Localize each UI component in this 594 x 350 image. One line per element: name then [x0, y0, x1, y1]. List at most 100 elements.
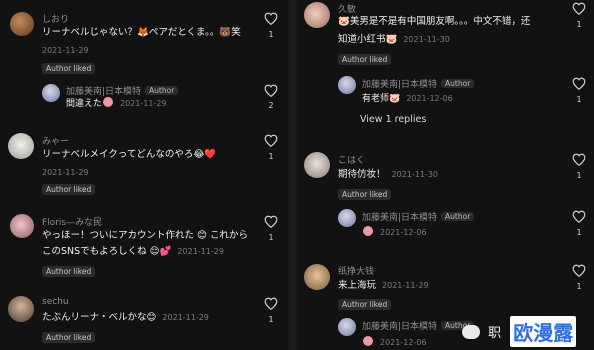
like-count: 1	[268, 30, 274, 39]
author-liked-badge: Author liked	[42, 63, 96, 74]
avatar[interactable]	[338, 318, 356, 336]
heart-icon[interactable]	[264, 215, 278, 228]
comment-author[interactable]: みゃー	[42, 134, 69, 147]
reply-author[interactable]: 加藤美南|日本模特 Author	[66, 84, 179, 97]
comment-text-line2-main: 知道小红书🐷	[338, 34, 398, 45]
heart-icon[interactable]	[264, 84, 278, 97]
author-liked-badge: Author liked	[338, 299, 392, 310]
reply-text: 間違えた 2021-11-29	[66, 97, 167, 111]
wechat-icon	[462, 324, 480, 339]
reply-author[interactable]: 加藤美南|日本模特 Author	[362, 319, 475, 332]
like-count: 2	[268, 101, 274, 110]
heart-icon[interactable]	[572, 264, 586, 277]
reply-author-name[interactable]: 加藤美南|日本模特	[66, 87, 141, 97]
pig-emoji-icon	[103, 97, 114, 107]
author-liked-badge: Author liked	[338, 189, 392, 200]
view-replies-link[interactable]: View 1 replies	[360, 114, 426, 125]
heart-icon[interactable]	[264, 12, 278, 25]
author-liked-badge: Author liked	[42, 266, 96, 277]
comment-date: 2021-11-30	[391, 170, 439, 179]
heart-icon[interactable]	[572, 2, 586, 15]
watermark: 职 欧漫露	[462, 316, 577, 347]
reply-author[interactable]: 加藤美南|日本模特 Author	[362, 210, 475, 223]
avatar[interactable]	[338, 209, 356, 227]
reply-author-name[interactable]: 加藤美南|日本模特	[362, 322, 437, 332]
comment-date: 2021-11-29	[162, 313, 209, 322]
comment-text-main: 期待仿妆！	[338, 169, 386, 180]
comment-author[interactable]: こはく	[338, 153, 365, 166]
pig-emoji-icon	[363, 336, 373, 346]
reply-date: 2021-12-06	[406, 94, 453, 103]
watermark-label: 职	[488, 326, 502, 341]
like-count: 1	[268, 315, 274, 324]
heart-icon[interactable]	[264, 134, 278, 147]
comment-date: 2021-11-29	[42, 46, 89, 55]
heart-icon[interactable]	[572, 210, 586, 223]
reply-text-main: 間違えた	[66, 99, 103, 109]
comment-date: 2021-11-29	[42, 168, 89, 177]
like-count: 1	[576, 20, 582, 29]
column-divider	[289, 0, 297, 350]
heart-icon[interactable]	[264, 297, 278, 310]
like-count: 1	[576, 171, 582, 180]
reply-text: 2021-12-06	[362, 336, 427, 350]
reply-date: 2021-12-06	[380, 338, 427, 347]
comment-date: 2021-11-29	[177, 247, 224, 256]
author-badge: Author	[441, 212, 475, 221]
comment-date: 2021-11-29	[382, 281, 429, 290]
reply-author-name[interactable]: 加藤美南|日本模特	[362, 80, 437, 90]
comment-text-line2: 知道小红书🐷 2021-11-30	[338, 33, 450, 47]
comment-text-main: リーナベルじゃない？🦊ペアだとくま。。🐻	[42, 27, 232, 38]
heart-icon[interactable]	[572, 77, 586, 90]
avatar[interactable]	[338, 76, 356, 94]
like-count: 1	[576, 282, 582, 291]
comment-author[interactable]: sechu	[42, 297, 69, 307]
comment-text-line2-main: このSNSでもよろしくね 😌💕	[42, 246, 172, 257]
author-badge: Author	[145, 86, 179, 95]
comment-text-tail: 笑	[231, 27, 241, 38]
author-liked-badge: Author liked	[338, 54, 392, 65]
comment-author[interactable]: Floris—みな民	[42, 215, 102, 228]
comment-author[interactable]: 久敏	[338, 2, 356, 15]
like-count: 1	[268, 233, 274, 242]
comment-text-main: たぶんリーナ・ベルかな😊	[42, 312, 157, 323]
heart-icon[interactable]	[572, 153, 586, 166]
like-count: 1	[576, 95, 582, 104]
comments-column-left: しおり リーナベルじゃない？🦊ペアだとくま。。🐻笑 2021-11-29 Aut…	[0, 0, 288, 350]
comment-text: やっほー！ついにアカウント作れた 😊 これから	[42, 230, 248, 241]
like-count: 1	[576, 228, 582, 237]
avatar[interactable]	[10, 12, 34, 36]
comment-text: 期待仿妆！ 2021-11-30	[338, 168, 438, 182]
reply-text-main: 有老师🐷	[362, 94, 401, 104]
avatar[interactable]	[42, 84, 60, 102]
avatar[interactable]	[8, 296, 34, 322]
comment-text-main: 来上海玩	[338, 280, 377, 291]
reply-author[interactable]: 加藤美南|日本模特 Author	[362, 77, 475, 90]
reply-author-name[interactable]: 加藤美南|日本模特	[362, 213, 437, 223]
reply-date: 2021-12-06	[380, 228, 427, 237]
like-count: 1	[268, 152, 274, 161]
comment-author[interactable]: しおり	[42, 12, 69, 25]
author-liked-badge: Author liked	[42, 332, 96, 343]
reply-text: 有老师🐷 2021-12-06	[362, 92, 453, 106]
reply-text: 2021-12-06	[362, 226, 427, 240]
avatar[interactable]	[304, 152, 330, 178]
comment-text: リーナベルメイクってどんなのやろ😂❤️	[42, 149, 217, 160]
reply-date: 2021-11-29	[120, 99, 167, 108]
comment-author[interactable]: 纸挣大钱	[338, 264, 374, 277]
author-badge: Author	[441, 79, 475, 88]
avatar[interactable]	[8, 133, 34, 159]
comment-text-line2: このSNSでもよろしくね 😌💕 2021-11-29	[42, 245, 224, 259]
author-liked-badge: Author liked	[42, 184, 96, 195]
comment-text: 🐷美男是不是有中国朋友啊。。。中文不错，还	[338, 16, 531, 27]
avatar[interactable]	[304, 264, 330, 290]
pig-emoji-icon	[363, 226, 373, 236]
watermark-brand: 欧漫露	[510, 316, 577, 347]
comment-text: リーナベルじゃない？🦊ペアだとくま。。🐻笑	[42, 26, 241, 40]
comment-text: たぶんリーナ・ベルかな😊 2021-11-29	[42, 311, 209, 325]
comment-date: 2021-11-30	[403, 35, 450, 44]
comments-column-right: 久敏 🐷美男是不是有中国朋友啊。。。中文不错，还 知道小红书🐷 2021-11-3…	[298, 0, 594, 350]
avatar[interactable]	[10, 214, 34, 238]
comment-text: 来上海玩 2021-11-29	[338, 279, 429, 293]
avatar[interactable]	[304, 2, 330, 28]
